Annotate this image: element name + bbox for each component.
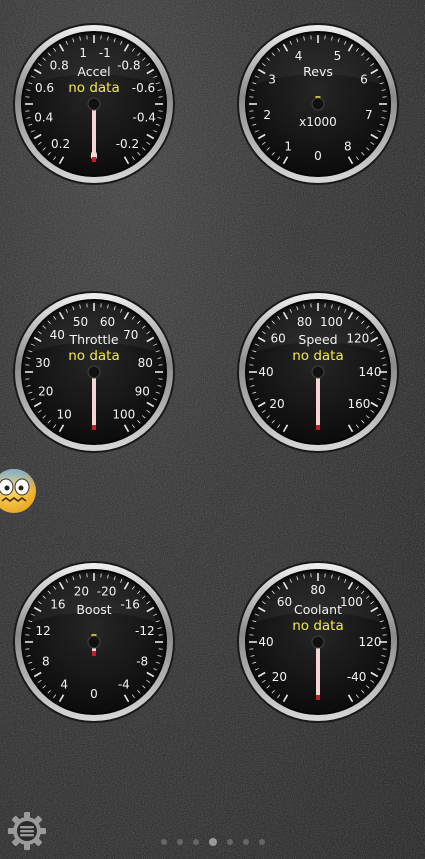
gauge-scale-label: -0.4 <box>133 110 156 124</box>
gauge-scale-label: 8 <box>344 140 352 154</box>
gauge-dial: 50 6040 7030 8020 9010 100Throttleno data <box>13 291 175 453</box>
gauge-throttle[interactable]: 50 60 40 70 30 80 20 90 10 100 Throttle no data <box>12 290 176 454</box>
gauge-scale-label: 160 <box>348 397 371 411</box>
gauge-value: no data <box>292 618 344 634</box>
page-dot[interactable] <box>226 839 233 845</box>
page-indicator <box>0 836 425 848</box>
gauge-coolant[interactable]: 80 60 100 40 120 20 -40 Coolant no data <box>236 560 400 724</box>
gauge-hub <box>311 365 325 379</box>
gauge-scale-label: 2 <box>263 108 271 122</box>
gauge-scale-label: 20 <box>269 397 284 411</box>
gauge-hub <box>87 365 101 379</box>
gauge-needle <box>316 372 320 430</box>
gauge-scale-label: 140 <box>359 365 382 379</box>
gauge-scale-label: 0 <box>90 687 98 701</box>
gauge-boost[interactable]: 20 -20 16 -16 12 -12 8 -8 4 -4 0 Boost - <box>12 560 176 724</box>
gauge-revs[interactable]: 4 5 3 6 2 7 1 8 0 Revs - x1000 <box>236 22 400 186</box>
gauge-scale-label: 0.2 <box>51 137 70 151</box>
gauge-needle <box>92 372 96 430</box>
gauge-scale-label: 8 <box>42 654 50 668</box>
page-dot[interactable] <box>192 839 199 845</box>
gauge-dial: 80 10060 12040 14020 160Speedno data <box>237 291 399 453</box>
page-dot[interactable] <box>176 839 183 845</box>
gauge-scale-label: -8 <box>136 654 148 668</box>
gauge-scale-label: 20 <box>38 384 53 398</box>
gauge-dial: 4 53 62 71 80Revs-x1000 <box>237 23 399 185</box>
gauge-scale-label: 100 <box>112 408 135 422</box>
gauge-scale-label: 120 <box>359 635 382 649</box>
gauge-scale-label: -0.2 <box>116 137 139 151</box>
gauge-scale-label: 0.4 <box>34 110 53 124</box>
gauge-scale-label: -40 <box>347 670 367 684</box>
gauge-hub <box>311 635 325 649</box>
gauge-scale-label: 12 <box>35 624 50 638</box>
page-dot-active[interactable] <box>208 838 217 846</box>
page-dot[interactable] <box>258 839 265 845</box>
gauge-needle <box>316 642 320 700</box>
dashboard-screen: 1-10.8-0.80.6-0.60.4-0.40.2-0.20Accelno … <box>0 0 425 859</box>
gauge-hub <box>87 635 101 649</box>
gauge-value: no data <box>68 348 120 364</box>
page-dot[interactable] <box>160 839 167 845</box>
gauge-scale-label: 30 <box>35 356 50 370</box>
gauge-dial: 8060 10040 12020 -40Coolantno data <box>237 561 399 723</box>
gauge-scale-label: -12 <box>135 624 155 638</box>
gauge-scale-label: 7 <box>365 108 373 122</box>
gauge-dial: 1-10.8-0.80.6-0.60.4-0.40.2-0.20Accelno … <box>13 23 175 185</box>
gauge-accel[interactable]: 1-10.8-0.80.6-0.60.4-0.40.2-0.20Accelno … <box>12 22 176 186</box>
gauge-scale-label: 40 <box>258 365 273 379</box>
gauge-scale-label: 0 <box>314 149 322 163</box>
gauge-scale-label: 1 <box>284 140 292 154</box>
gauge-speed[interactable]: 80 100 60 120 40 140 20 160 Speed no data <box>236 290 400 454</box>
gauge-hub <box>87 97 101 111</box>
gauge-unit: x1000 <box>299 115 337 129</box>
gauge-value: no data <box>292 348 344 364</box>
gauge-scale-label: 10 <box>57 408 72 422</box>
gauge-scale-label: 80 <box>138 356 153 370</box>
gauge-scale-label: 20 <box>272 670 287 684</box>
gauge-scale-label: 90 <box>135 384 150 398</box>
gauge-scale-label: 4 <box>60 678 68 692</box>
gauge-scale-label: -0.6 <box>132 81 155 95</box>
gauge-hub <box>311 97 325 111</box>
gauge-value: no data <box>68 80 120 96</box>
gauge-dial: 20 -2016 -1612 -128 -84 -40Boost- <box>13 561 175 723</box>
scared-emoji-icon[interactable] <box>0 464 40 518</box>
gauge-scale-label: 0.6 <box>35 81 54 95</box>
gauge-scale-label: 40 <box>258 635 273 649</box>
gauge-needle <box>92 104 96 162</box>
page-dot[interactable] <box>242 839 249 845</box>
gauge-scale-label: -4 <box>118 678 130 692</box>
